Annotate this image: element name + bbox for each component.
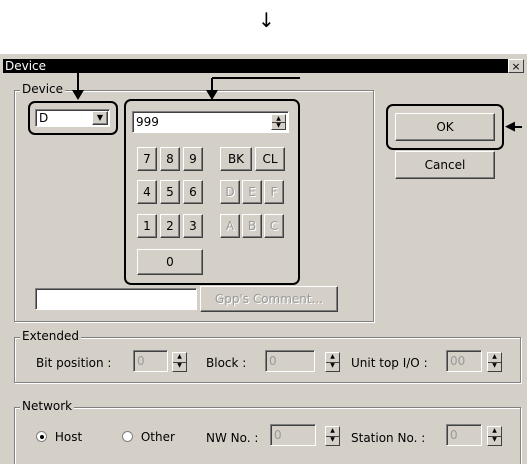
title-bar: Device × bbox=[3, 59, 524, 73]
other-radio[interactable]: Other bbox=[122, 430, 175, 444]
unit-top-io-field[interactable]: 00 bbox=[446, 350, 482, 372]
block-spinner[interactable]: ▲ ▼ bbox=[325, 352, 340, 372]
callout-ok bbox=[386, 104, 504, 150]
station-no-value: 0 bbox=[450, 428, 458, 442]
spin-up-icon[interactable]: ▲ bbox=[173, 353, 186, 362]
device-group-label: Device bbox=[20, 82, 66, 96]
unit-top-io-value: 00 bbox=[450, 354, 466, 368]
nw-no-value: 0 bbox=[274, 428, 282, 442]
spin-up-icon[interactable]: ▲ bbox=[488, 353, 501, 362]
network-group bbox=[14, 407, 521, 464]
station-no-label: Station No. : bbox=[351, 431, 426, 445]
bit-position-spinner[interactable]: ▲ ▼ bbox=[172, 352, 187, 372]
other-label: Other bbox=[140, 430, 175, 444]
extended-group-label: Extended bbox=[20, 329, 81, 343]
station-no-spinner[interactable]: ▲ ▼ bbox=[487, 426, 502, 446]
radio-selected-icon[interactable] bbox=[36, 431, 47, 442]
radio-icon[interactable] bbox=[122, 431, 133, 442]
window-title: Device bbox=[5, 59, 47, 73]
bit-position-value: 0 bbox=[137, 354, 145, 368]
bit-position-field[interactable]: 0 bbox=[133, 350, 168, 372]
bit-position-label: Bit position : bbox=[36, 356, 112, 370]
spin-up-icon[interactable]: ▲ bbox=[488, 427, 501, 436]
host-label: Host bbox=[54, 430, 83, 444]
network-group-label: Network bbox=[20, 399, 75, 413]
spin-down-icon[interactable]: ▼ bbox=[326, 362, 339, 371]
block-field[interactable]: 0 bbox=[265, 350, 315, 372]
close-icon[interactable]: × bbox=[508, 59, 524, 73]
callout-device-type bbox=[28, 101, 118, 135]
spin-down-icon[interactable]: ▼ bbox=[488, 362, 501, 371]
down-arrow-icon: ↓ bbox=[258, 8, 275, 32]
cancel-button[interactable]: Cancel bbox=[395, 151, 495, 179]
left-arrow-icon: ◀ bbox=[505, 119, 515, 134]
callout-keypad bbox=[124, 99, 300, 285]
spin-down-icon[interactable]: ▼ bbox=[488, 436, 501, 445]
station-no-field[interactable]: 0 bbox=[446, 424, 482, 446]
nw-no-label: NW No. : bbox=[206, 431, 259, 445]
comment-field[interactable] bbox=[35, 288, 197, 310]
unit-top-io-label: Unit top I/O : bbox=[351, 356, 428, 370]
gpp-comment-button[interactable]: Gpp's Comment... bbox=[200, 286, 338, 312]
nw-no-spinner[interactable]: ▲ ▼ bbox=[325, 426, 340, 446]
spin-up-icon[interactable]: ▲ bbox=[326, 353, 339, 362]
block-label: Block : bbox=[206, 356, 247, 370]
spin-down-icon[interactable]: ▼ bbox=[173, 362, 186, 371]
spin-up-icon[interactable]: ▲ bbox=[326, 427, 339, 436]
host-radio[interactable]: Host bbox=[36, 430, 82, 444]
block-value: 0 bbox=[269, 354, 277, 368]
nw-no-field[interactable]: 0 bbox=[270, 424, 316, 446]
spin-down-icon[interactable]: ▼ bbox=[326, 436, 339, 445]
unit-top-io-spinner[interactable]: ▲ ▼ bbox=[487, 352, 502, 372]
